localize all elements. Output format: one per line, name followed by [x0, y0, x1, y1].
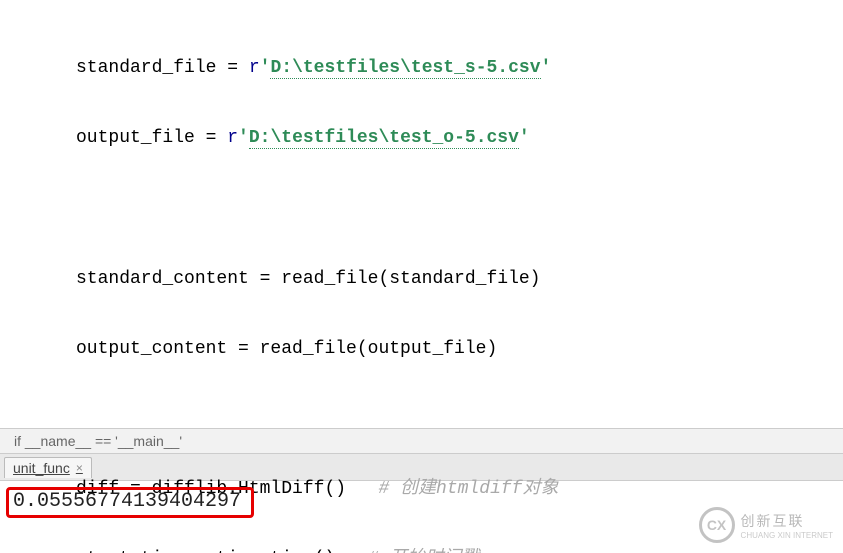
blank-line [76, 191, 843, 226]
breadcrumb[interactable]: if __name__ == '__main__' [0, 428, 843, 454]
watermark-brand-en: CHUANG XIN INTERNET [741, 531, 833, 540]
code-editor[interactable]: standard_file = r'D:\testfiles\test_s-5.… [0, 0, 843, 428]
output-value-highlighted: 0.05556774139404297 [6, 487, 254, 518]
run-tab-unit-func[interactable]: unit_func × [4, 457, 92, 478]
code-line: start_time = time.time() # 开始时间戳 [76, 542, 843, 553]
watermark-brand-cn: 创新互联 [741, 511, 833, 531]
close-icon[interactable]: × [76, 461, 83, 475]
watermark: CX 创新互联 CHUANG XIN INTERNET [699, 507, 833, 543]
code-line: output_content = read_file(output_file) [76, 332, 843, 367]
code-line: standard_content = read_file(standard_fi… [76, 262, 843, 297]
tab-label: unit_func [13, 460, 70, 476]
watermark-logo-icon: CX [699, 507, 735, 543]
breadcrumb-text: if __name__ == '__main__' [14, 433, 182, 449]
code-line: output_file = r'D:\testfiles\test_o-5.cs… [76, 121, 843, 156]
code-line: standard_file = r'D:\testfiles\test_s-5.… [76, 51, 843, 86]
